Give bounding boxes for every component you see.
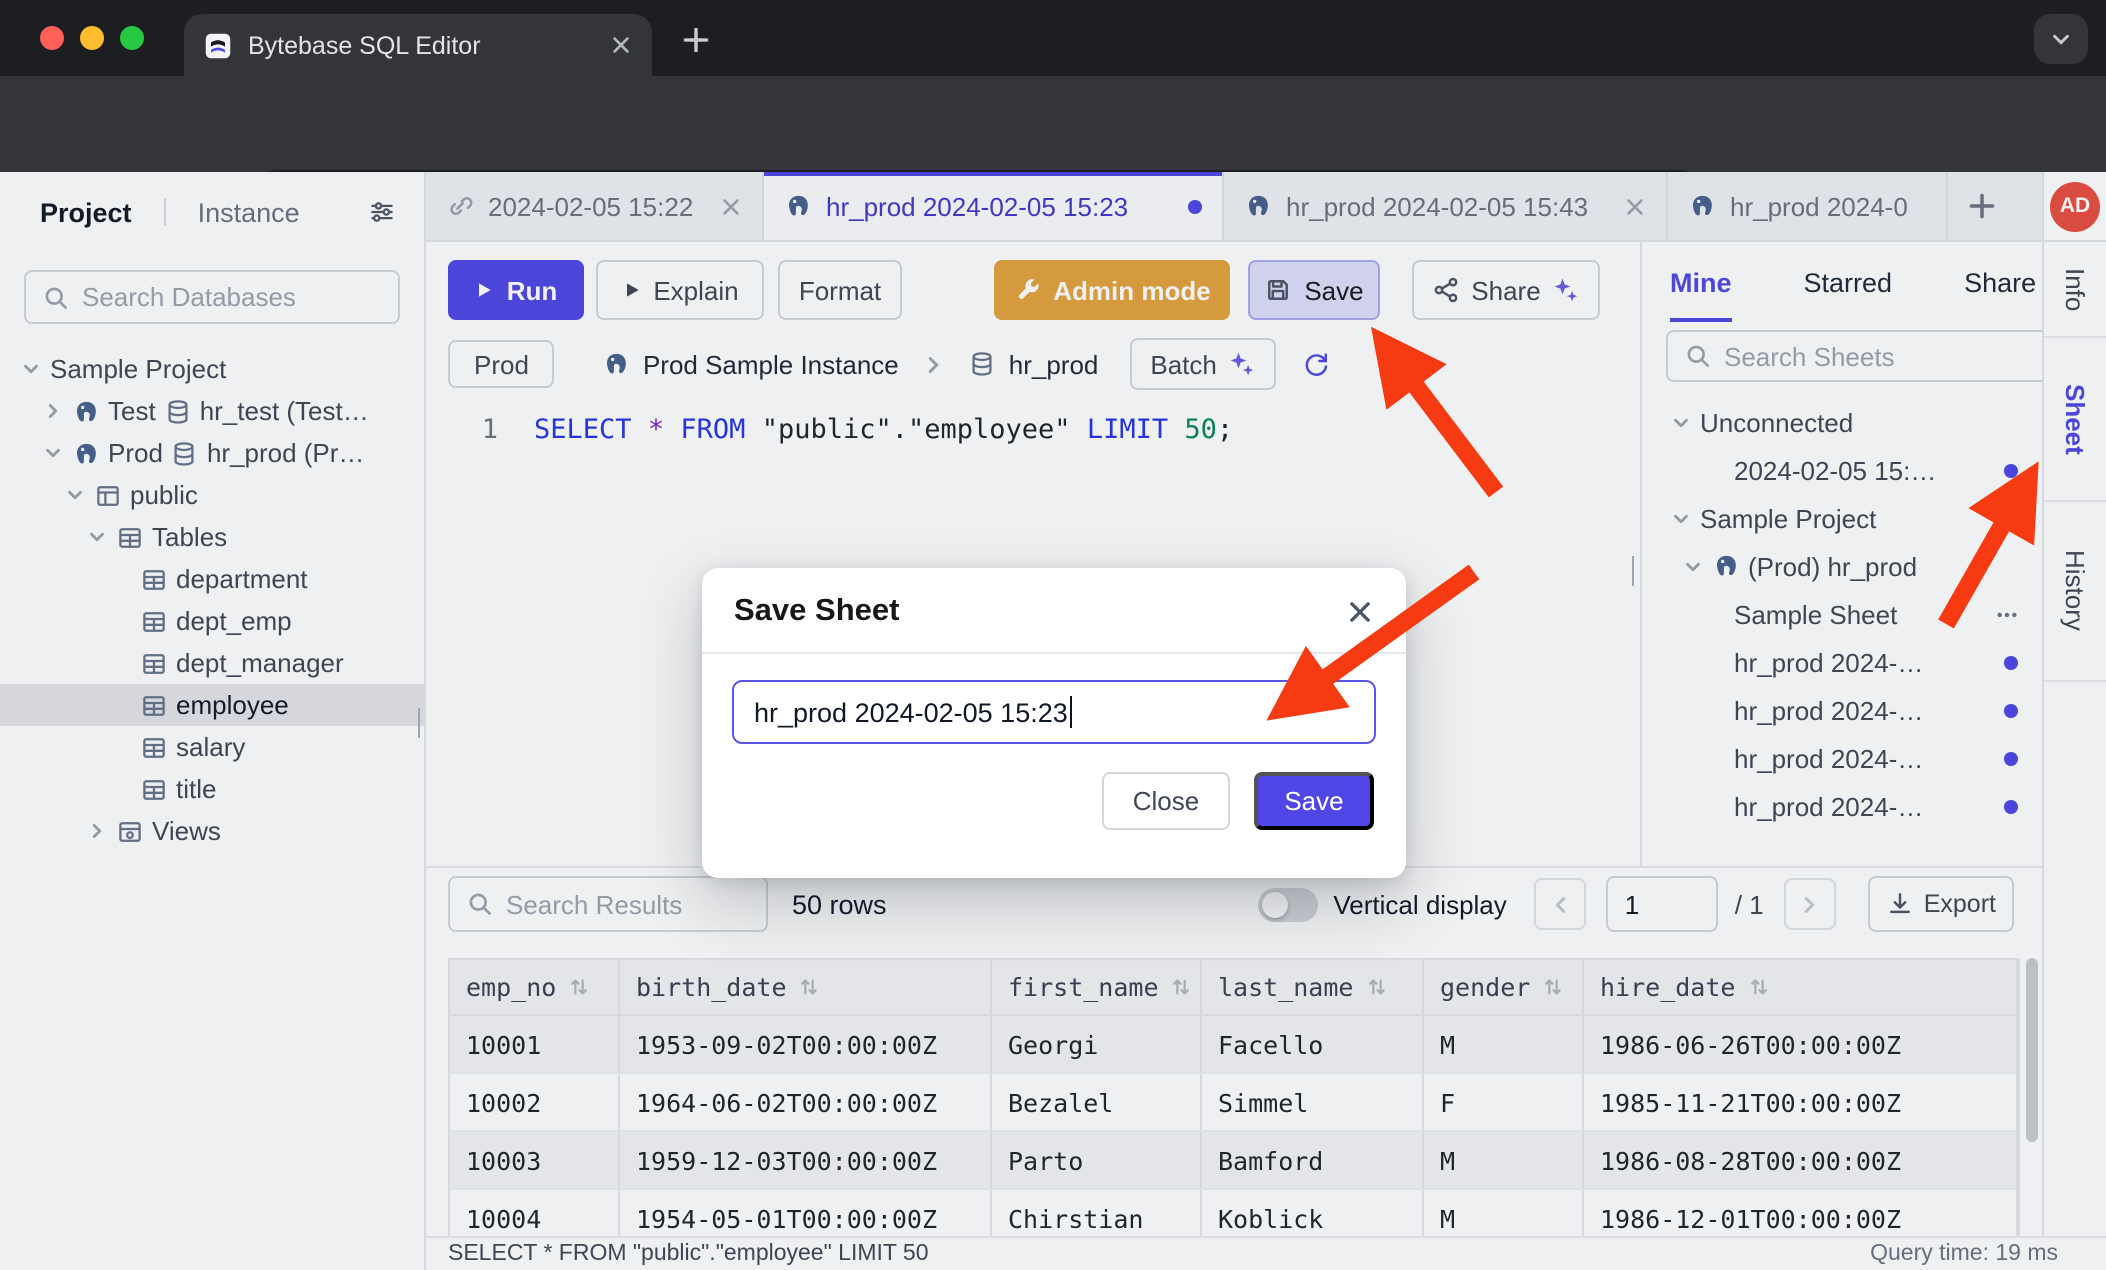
new-tab-button[interactable] bbox=[682, 26, 710, 54]
browser-tab-title: Bytebase SQL Editor bbox=[248, 31, 481, 59]
save-sheet-dialog: Save Sheet hr_prod 2024-02-05 15:23 Clos… bbox=[702, 568, 1406, 878]
close-dialog-icon[interactable] bbox=[1346, 598, 1374, 626]
tab-list-button[interactable] bbox=[2034, 14, 2088, 64]
dialog-close-button[interactable]: Close bbox=[1102, 772, 1230, 830]
zoom-window-button[interactable] bbox=[120, 26, 144, 50]
browser-tab[interactable]: Bytebase SQL Editor bbox=[184, 14, 652, 76]
browser-navbar: localhost:8080/sql-editor/prod-sample-in… bbox=[0, 76, 2106, 172]
dialog-title: Save Sheet bbox=[734, 594, 899, 630]
minimize-window-button[interactable] bbox=[80, 26, 104, 50]
sheet-name-value: hr_prod 2024-02-05 15:23 bbox=[754, 697, 1068, 727]
text-caret bbox=[1070, 696, 1073, 728]
close-tab-icon[interactable] bbox=[610, 34, 632, 56]
dialog-save-button[interactable]: Save bbox=[1254, 772, 1374, 830]
sheet-name-input[interactable]: hr_prod 2024-02-05 15:23 bbox=[732, 680, 1376, 744]
browser-tab-strip: Bytebase SQL Editor bbox=[0, 0, 2106, 76]
chevron-down-icon bbox=[2050, 28, 2072, 50]
divider bbox=[702, 652, 1406, 654]
close-window-button[interactable] bbox=[40, 26, 64, 50]
screenshot-root: Bytebase SQL Editor localhost:8080/sql-e… bbox=[0, 0, 2106, 1270]
bytebase-favicon-icon bbox=[204, 31, 232, 59]
